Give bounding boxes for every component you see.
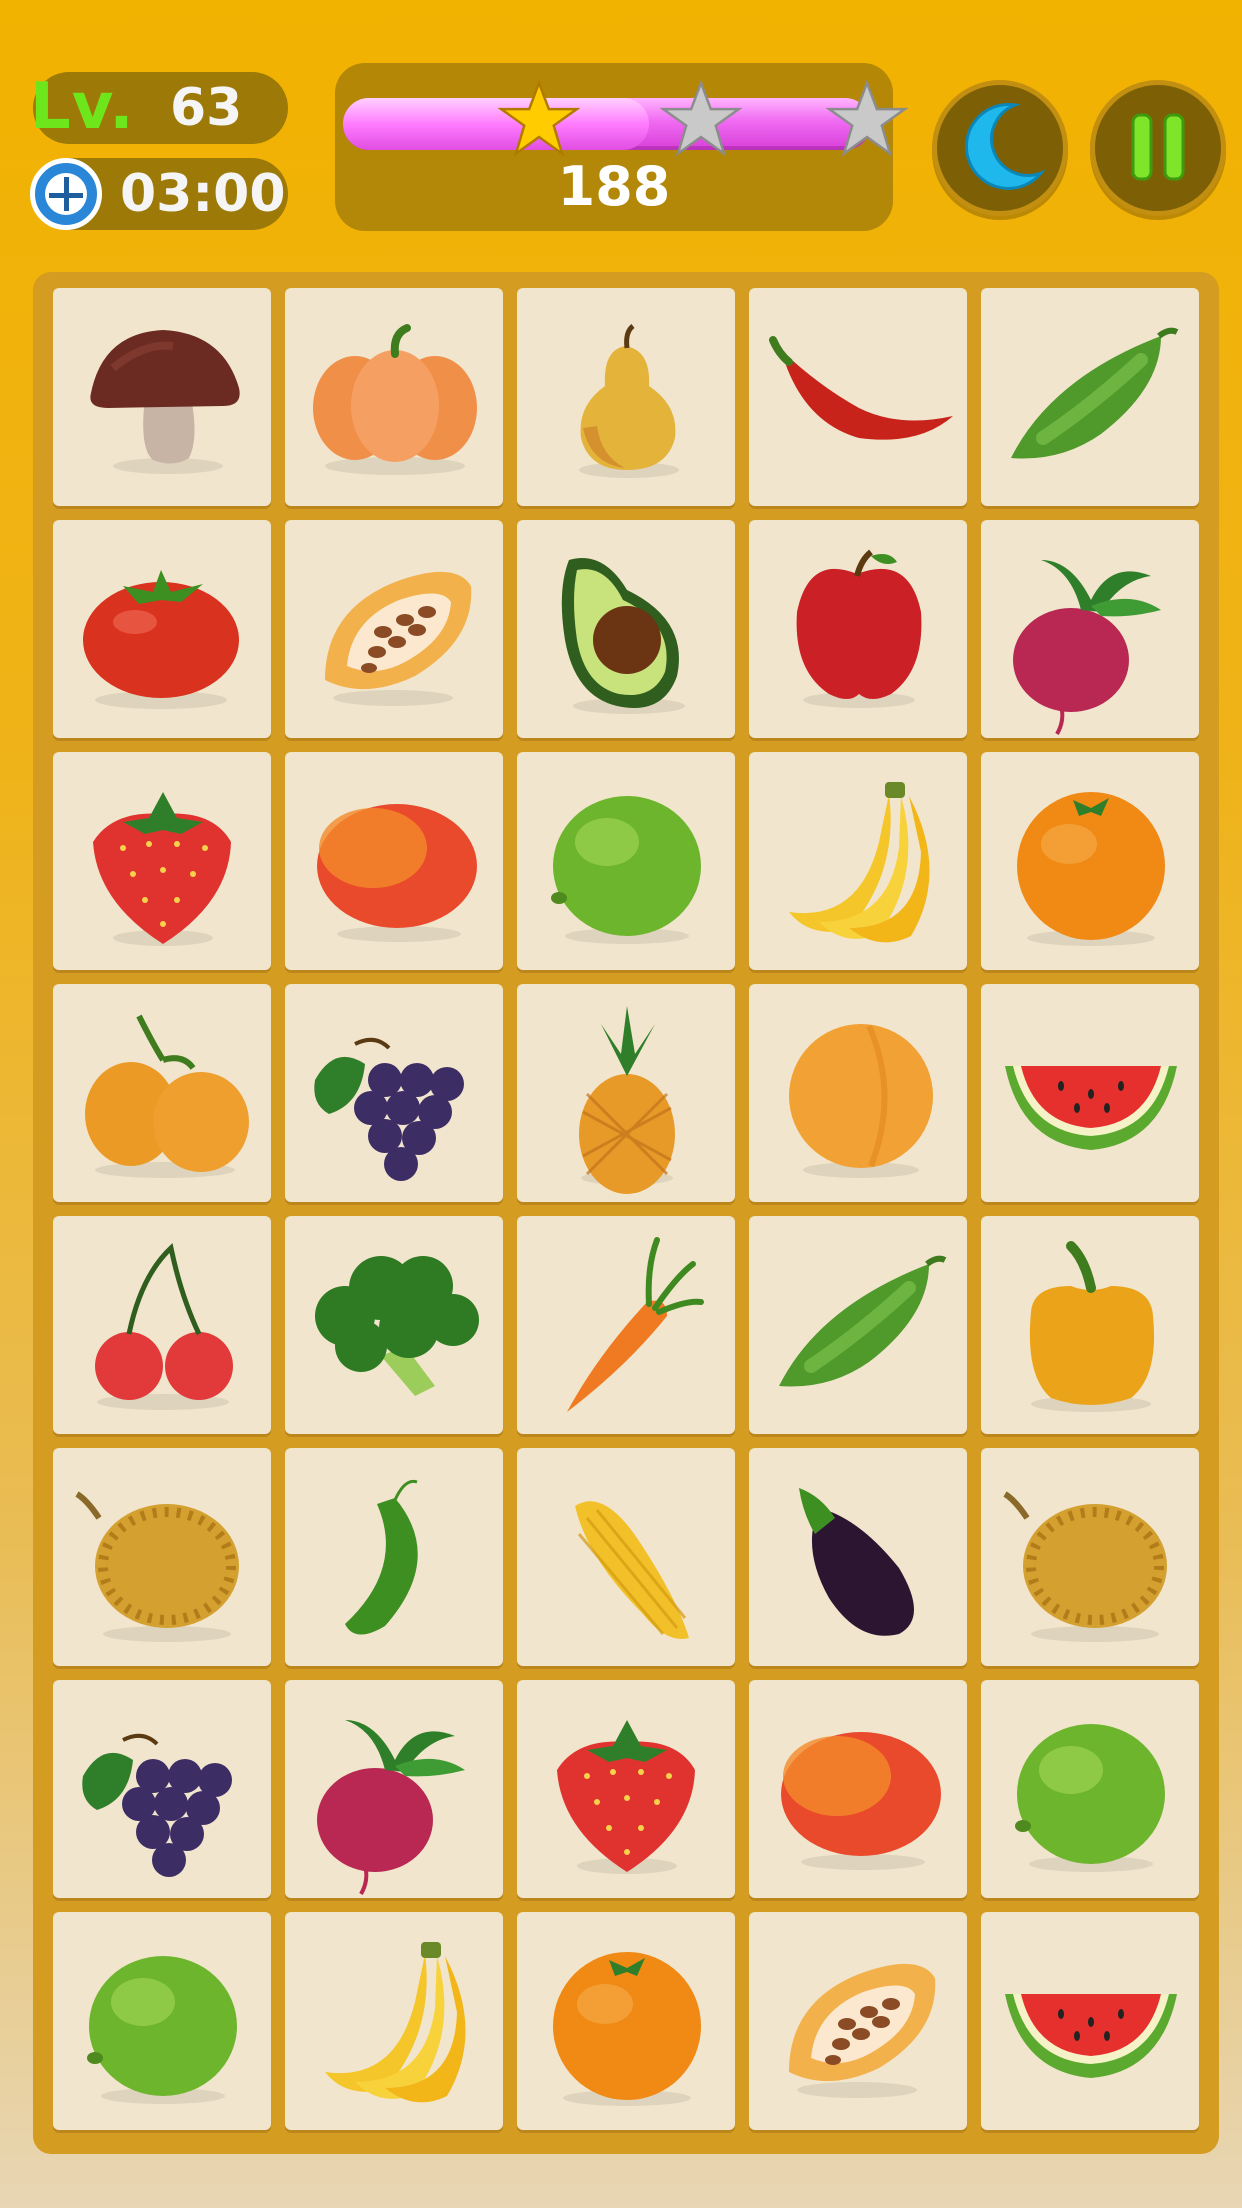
pea-pod-icon <box>1011 327 1179 459</box>
eggplant-icon <box>799 1488 914 1636</box>
level-value: 63 <box>170 78 243 138</box>
banana-icon <box>325 1942 466 2103</box>
cocoa-pod-icon <box>325 571 472 706</box>
apple-icon <box>796 549 922 708</box>
strawberry-icon <box>93 792 231 946</box>
tile-pear[interactable] <box>517 288 735 506</box>
tile-avocado[interactable] <box>517 520 735 738</box>
mango-icon <box>781 1732 941 1870</box>
apricots-icon <box>85 1014 249 1178</box>
pumpkin-icon <box>313 324 477 475</box>
tile-pea-pod[interactable] <box>981 288 1199 506</box>
avocado-icon <box>561 558 685 714</box>
tile-lime[interactable] <box>517 752 735 970</box>
cherries-icon <box>95 1243 233 1410</box>
pause-icon <box>1131 113 1185 181</box>
tile-orange[interactable] <box>517 1912 735 2130</box>
tile-broccoli[interactable] <box>285 1216 503 1434</box>
corn-icon <box>575 1501 689 1639</box>
tile-mango[interactable] <box>285 752 503 970</box>
tomato-icon <box>83 570 239 709</box>
tile-eggplant[interactable] <box>749 1448 967 1666</box>
durian-icon <box>75 1491 239 1642</box>
tile-chili-pepper[interactable] <box>749 288 967 506</box>
banana-icon <box>789 782 930 943</box>
tile-apricots[interactable] <box>53 984 271 1202</box>
strawberry-icon <box>557 1720 695 1874</box>
tile-grapes[interactable] <box>285 984 503 1202</box>
tile-cocoa-pod[interactable] <box>285 520 503 738</box>
broccoli-icon <box>315 1256 479 1396</box>
score-value: 188 <box>557 155 671 218</box>
level-label: Lv. <box>30 70 135 144</box>
tile-lime[interactable] <box>53 1912 271 2130</box>
tile-mango[interactable] <box>749 1680 967 1898</box>
progress-fill <box>343 98 650 150</box>
tile-mushroom[interactable] <box>53 288 271 506</box>
grapes-icon <box>314 1037 464 1181</box>
bell-pepper-icon <box>1029 1241 1155 1412</box>
tile-apple[interactable] <box>749 520 967 738</box>
timer-value: 03:00 <box>120 164 286 224</box>
tile-strawberry[interactable] <box>53 752 271 970</box>
orange-icon <box>1017 792 1165 946</box>
durian-icon <box>1003 1491 1167 1642</box>
tile-durian[interactable] <box>981 1448 1199 1666</box>
tile-cocoa-pod[interactable] <box>749 1912 967 2130</box>
tile-cucumber[interactable] <box>285 1448 503 1666</box>
pear-icon <box>579 324 679 478</box>
tile-tomato[interactable] <box>53 520 271 738</box>
pea-pod-icon <box>779 1255 947 1387</box>
tile-pineapple[interactable] <box>517 984 735 1202</box>
watermelon-icon <box>1005 1994 1177 2078</box>
tile-banana[interactable] <box>749 752 967 970</box>
mango-icon <box>317 804 477 942</box>
cucumber-icon <box>345 1479 418 1635</box>
tile-watermelon[interactable] <box>981 984 1199 1202</box>
pineapple-icon <box>579 1006 675 1194</box>
tile-banana[interactable] <box>285 1912 503 2130</box>
carrot-icon <box>567 1237 704 1412</box>
lime-icon <box>551 796 701 944</box>
orange-icon <box>553 1952 701 2106</box>
lime-icon <box>1015 1724 1165 1872</box>
cocoa-pod-icon <box>789 1963 936 2098</box>
tile-watermelon[interactable] <box>981 1912 1199 2130</box>
star-icon-3 <box>826 79 908 157</box>
chili-pepper-icon <box>769 336 953 440</box>
progress-bar <box>343 98 871 150</box>
tile-strawberry[interactable] <box>517 1680 735 1898</box>
tile-orange[interactable] <box>981 752 1199 970</box>
watermelon-icon <box>1005 1066 1177 1150</box>
tile-cherries[interactable] <box>53 1216 271 1434</box>
clock-icon <box>30 158 102 230</box>
radish-icon <box>1013 560 1161 735</box>
peach-icon <box>789 1024 933 1178</box>
mushroom-icon <box>90 330 240 474</box>
star-icon-2 <box>660 79 742 157</box>
tile-bell-pepper[interactable] <box>981 1216 1199 1434</box>
tile-lime[interactable] <box>981 1680 1199 1898</box>
tile-pumpkin[interactable] <box>285 288 503 506</box>
tile-grapes[interactable] <box>53 1680 271 1898</box>
lime-icon <box>87 1956 237 2104</box>
pause-button[interactable] <box>1090 80 1226 216</box>
hint-moon-button[interactable] <box>932 80 1068 216</box>
star-icon-1 <box>498 79 580 157</box>
tile-radish[interactable] <box>981 520 1199 738</box>
tile-pea-pod[interactable] <box>749 1216 967 1434</box>
tile-durian[interactable] <box>53 1448 271 1666</box>
moon-icon <box>964 103 1046 190</box>
radish-icon <box>317 1720 465 1895</box>
tile-peach[interactable] <box>749 984 967 1202</box>
tile-radish[interactable] <box>285 1680 503 1898</box>
grapes-icon <box>82 1733 232 1877</box>
tile-carrot[interactable] <box>517 1216 735 1434</box>
tile-corn[interactable] <box>517 1448 735 1666</box>
